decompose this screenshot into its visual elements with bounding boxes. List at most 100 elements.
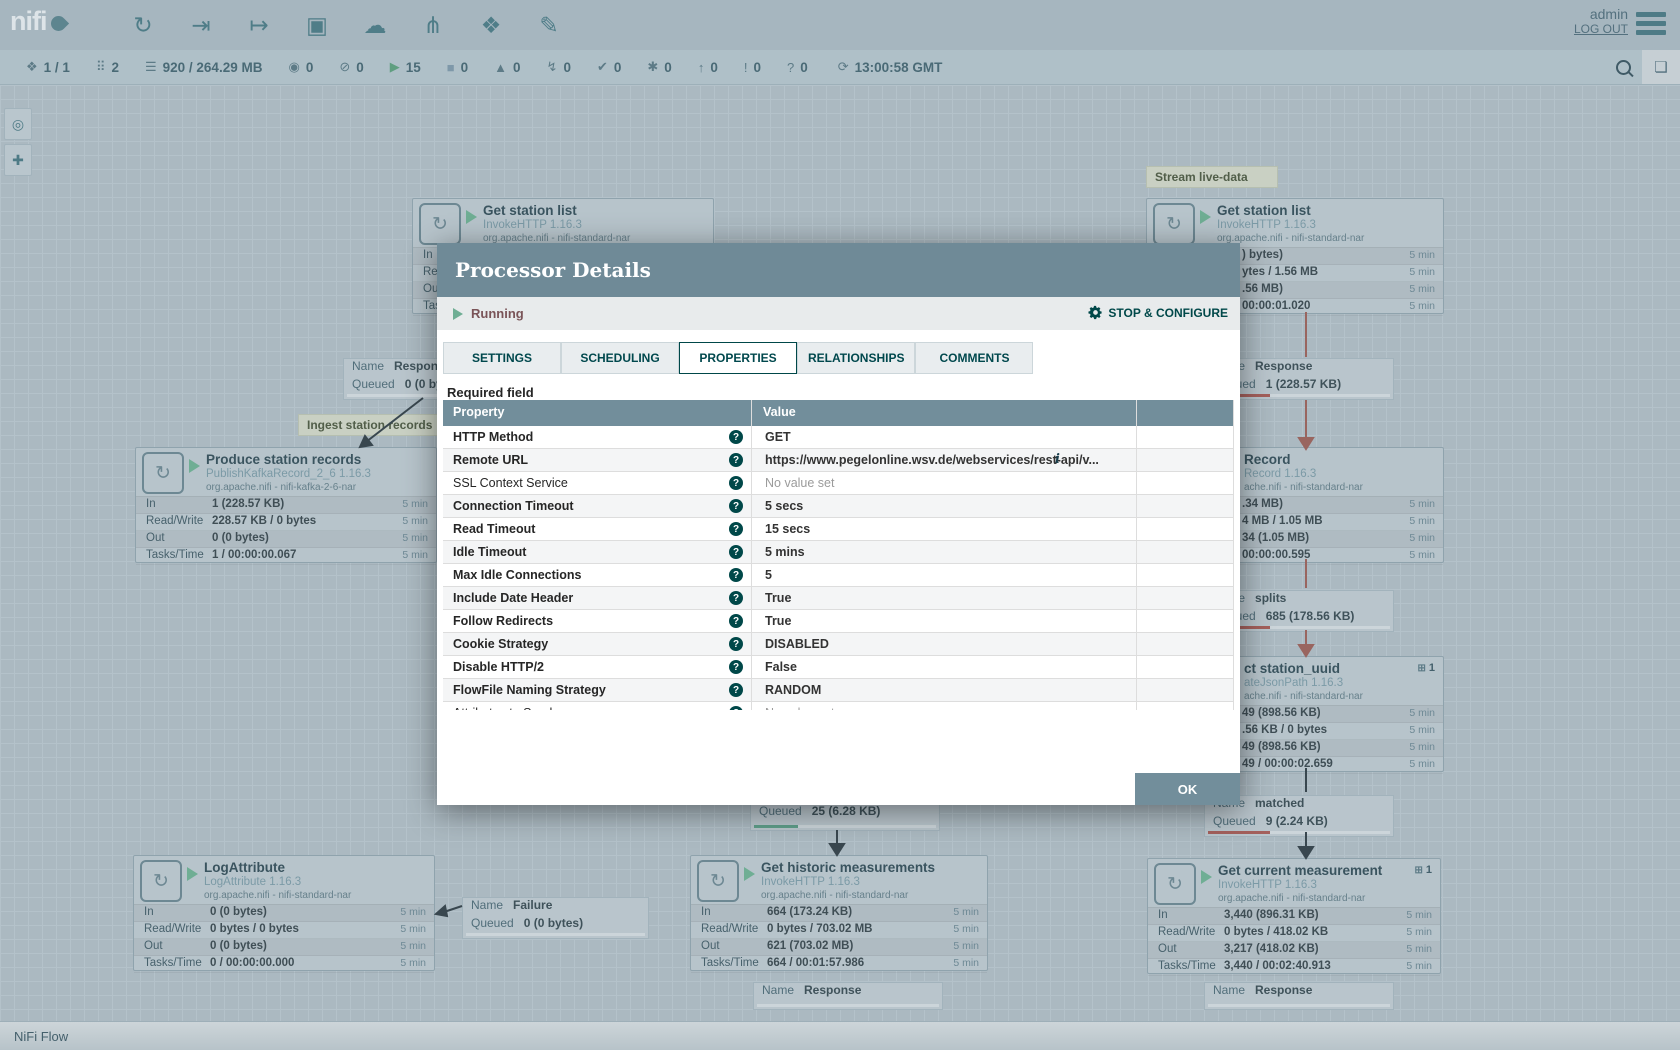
tab-scheduling[interactable]: SCHEDULING xyxy=(561,342,679,374)
processor-type-icon: ↻ xyxy=(142,452,184,494)
tab-settings[interactable]: SETTINGS xyxy=(443,342,561,374)
table-row: Max Idle Connections?5 xyxy=(443,564,1234,587)
help-icon[interactable]: ? xyxy=(729,499,743,513)
search-button[interactable] xyxy=(1604,50,1642,84)
processor-nar: org.apache.nifi - nifi-standard-nar xyxy=(1218,893,1365,904)
stat-row: In664 (173.24 KB)5 min xyxy=(691,905,987,922)
move-icon: ✚ xyxy=(12,152,24,169)
status-modified-stale: !0 xyxy=(744,60,761,75)
status-running: ▶15 xyxy=(390,59,421,75)
help-icon[interactable]: ? xyxy=(729,568,743,582)
birdseye-icon: ◎ xyxy=(12,116,24,133)
tab-properties[interactable]: PROPERTIES xyxy=(679,342,797,374)
grid-icon: ⊞ xyxy=(1417,663,1425,674)
canvas-label-stream-live-data[interactable]: Stream live-data xyxy=(1146,166,1278,188)
processor-nar: org.apache.nifi - nifi-kafka-2-6-nar xyxy=(206,482,356,493)
ok-button[interactable]: OK xyxy=(1135,773,1240,805)
search-icon xyxy=(1616,60,1631,75)
last-refreshed[interactable]: ⟳13:00:58 GMT xyxy=(838,59,943,75)
processor-get-current-measurement[interactable]: ↻ Get current measurement InvokeHTTP 1.1… xyxy=(1147,858,1441,974)
required-field-note: Required field xyxy=(447,385,534,400)
running-icon xyxy=(1200,210,1211,224)
status-disabled: ↯0 xyxy=(547,59,571,75)
processor-type: Record 1.16.3 xyxy=(1244,468,1316,480)
running-icon: ▶ xyxy=(390,59,400,75)
connection-queued-25[interactable]: Queued25 (6.28 KB) xyxy=(750,803,940,831)
processor-produce-station-records[interactable]: ↻ Produce station records PublishKafkaRe… xyxy=(135,447,437,563)
processor-type-icon: ↻ xyxy=(697,860,739,902)
stat-row: Read/Write0 bytes / 703.02 MB5 min xyxy=(691,922,987,939)
processor-header: ↻ Get current measurement InvokeHTTP 1.1… xyxy=(1148,859,1440,908)
disabled-icon: ↯ xyxy=(547,59,558,75)
help-icon[interactable]: ? xyxy=(729,660,743,674)
connection-response-bottom-center[interactable]: NameResponse xyxy=(753,982,943,1010)
stat-row: Out621 (703.02 MB)5 min xyxy=(691,939,987,956)
label-icon[interactable]: ✎ xyxy=(531,7,567,43)
running-icon xyxy=(1201,870,1212,884)
stat-row: Read/Write0 bytes / 418.02 KB5 min xyxy=(1148,925,1440,942)
not-transmitting-icon: ⊘ xyxy=(339,59,350,75)
panel-toggle-button[interactable]: ❏ xyxy=(1642,50,1680,84)
status-transmitting: ◉0 xyxy=(288,59,313,75)
help-icon[interactable]: ? xyxy=(729,614,743,628)
dialog-status-strip: Running STOP & CONFIGURE xyxy=(437,297,1240,330)
canvas-label-ingest-station-records[interactable]: Ingest station records xyxy=(298,414,441,436)
properties-table: Property Value HTTP Method?GET Remote UR… xyxy=(443,400,1234,710)
processor-type-icon: ↻ xyxy=(140,860,182,902)
table-row: HTTP Method?GET xyxy=(443,426,1234,449)
processor-type: InvokeHTTP 1.16.3 xyxy=(761,876,860,888)
processor-type-icon: ↻ xyxy=(1154,863,1196,905)
help-icon[interactable]: ? xyxy=(729,591,743,605)
remote-process-group-icon[interactable]: ☁ xyxy=(357,7,393,43)
processor-get-historic-measurements[interactable]: ↻ Get historic measurements InvokeHTTP 1… xyxy=(690,855,988,971)
processor-title: ct station_uuid xyxy=(1244,661,1340,676)
connection-response-bottom-right[interactable]: NameResponse xyxy=(1204,982,1394,1010)
template-icon[interactable]: ❖ xyxy=(473,7,509,43)
tab-comments[interactable]: COMMENTS xyxy=(915,342,1033,374)
connection-failure[interactable]: NameFailure Queued0 (0 bytes) xyxy=(462,897,649,939)
tab-relationships[interactable]: RELATIONSHIPS xyxy=(797,342,915,374)
table-row: Attributes to Send?No value set xyxy=(443,702,1234,710)
locally-modified-icon: ✱ xyxy=(647,59,658,75)
processor-type: InvokeHTTP 1.16.3 xyxy=(483,219,582,231)
status-stale: ↑0 xyxy=(698,60,718,75)
help-icon[interactable]: ? xyxy=(729,522,743,536)
status-stopped: ■0 xyxy=(447,60,468,75)
processor-type-icon: ↻ xyxy=(419,203,461,245)
status-queued: ☰920 / 264.29 MB xyxy=(145,59,262,75)
processor-header: ↻ Produce station records PublishKafkaRe… xyxy=(136,448,436,497)
processor-nar: ache.nifi - nifi-standard-nar xyxy=(1244,691,1363,702)
dialog-header: Processor Details xyxy=(437,243,1240,297)
table-edge xyxy=(1233,400,1234,710)
global-menu-icon[interactable] xyxy=(1636,12,1666,39)
running-icon xyxy=(189,459,200,473)
processor-type: ateJsonPath 1.16.3 xyxy=(1244,677,1343,689)
birdseye-button[interactable]: ◎ xyxy=(4,108,32,140)
help-icon[interactable]: ? xyxy=(729,453,743,467)
version-badge: ⊞1 xyxy=(1417,662,1435,674)
processor-header: ↻ Get historic measurements InvokeHTTP 1… xyxy=(691,856,987,905)
help-icon[interactable]: ? xyxy=(729,637,743,651)
processor-icon[interactable]: ↻ xyxy=(125,7,161,43)
funnel-icon[interactable]: ⋔ xyxy=(415,7,451,43)
info-icon[interactable]: i xyxy=(1055,452,1060,467)
gear-icon xyxy=(1088,305,1103,320)
move-tool-button[interactable]: ✚ xyxy=(4,144,32,176)
stat-row: Read/Write0 bytes / 0 bytes5 min xyxy=(134,922,434,939)
processor-logattribute[interactable]: ↻ LogAttribute LogAttribute 1.16.3 org.a… xyxy=(133,855,435,971)
help-icon[interactable]: ? xyxy=(729,683,743,697)
stop-and-configure-button[interactable]: STOP & CONFIGURE xyxy=(1088,305,1228,320)
output-port-icon[interactable]: ↦ xyxy=(241,7,277,43)
help-icon[interactable]: ? xyxy=(729,706,743,710)
transmitting-icon: ◉ xyxy=(288,59,299,75)
help-icon[interactable]: ? xyxy=(729,430,743,444)
up-to-date-icon: ✔ xyxy=(597,59,608,75)
help-icon[interactable]: ? xyxy=(729,476,743,490)
process-group-icon[interactable]: ▣ xyxy=(299,7,335,43)
logout-link[interactable]: LOG OUT xyxy=(1574,22,1628,36)
input-port-icon[interactable]: ⇥ xyxy=(183,7,219,43)
modified-stale-icon: ! xyxy=(744,60,748,75)
help-icon[interactable]: ? xyxy=(729,545,743,559)
breadcrumb[interactable]: NiFi Flow xyxy=(14,1029,68,1044)
table-row: Read Timeout?15 secs xyxy=(443,518,1234,541)
